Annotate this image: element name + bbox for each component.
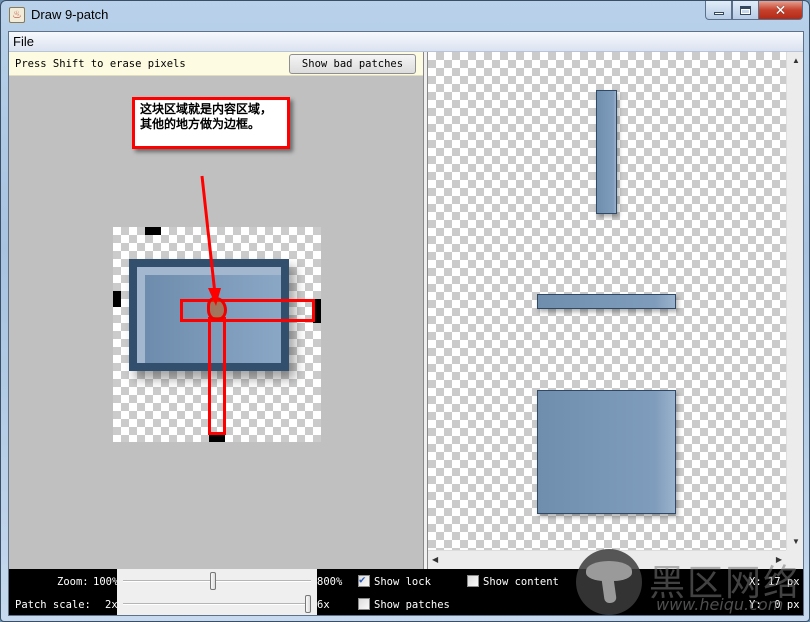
zoom-min-label: 100% bbox=[93, 576, 119, 588]
zoom-slider-track[interactable] bbox=[123, 580, 311, 582]
annotation-callout: 这块区域就是内容区域， 其他的地方做为边框。 bbox=[132, 97, 290, 149]
slider-panel bbox=[117, 569, 317, 615]
hint-bar: Press Shift to erase pixels Show bad pat… bbox=[9, 52, 423, 76]
minimize-button[interactable] bbox=[705, 1, 732, 20]
hint-text: Press Shift to erase pixels bbox=[15, 58, 186, 70]
maximize-button[interactable] bbox=[732, 1, 759, 20]
show-patches-checkbox[interactable] bbox=[358, 598, 370, 610]
zoom-label: Zoom: bbox=[57, 576, 89, 588]
horizontal-stretch-preview bbox=[537, 294, 676, 309]
scroll-up-icon[interactable]: ▲ bbox=[792, 56, 800, 65]
client-area: File Press Shift to erase pixels Show ba… bbox=[8, 31, 804, 616]
show-content-label[interactable]: Show content bbox=[483, 576, 559, 588]
patch-scale-label: Patch scale: bbox=[15, 599, 91, 611]
patch-scale-min-label: 2x bbox=[105, 599, 118, 611]
menu-bar: File bbox=[9, 32, 803, 52]
editor-pane[interactable]: Press Shift to erase pixels Show bad pat… bbox=[9, 52, 423, 569]
patch-scale-slider-track[interactable] bbox=[123, 603, 311, 605]
close-button[interactable]: ✕ bbox=[759, 1, 803, 20]
annotation-line-2: 其他的地方做为边框。 bbox=[140, 117, 261, 131]
both-stretch-preview bbox=[537, 390, 676, 514]
show-bad-patches-button[interactable]: Show bad patches bbox=[289, 54, 416, 74]
scroll-down-icon[interactable]: ▼ bbox=[792, 537, 800, 546]
annotation-arrow bbox=[200, 175, 221, 306]
annotation-line-1: 这块区域就是内容区域， bbox=[140, 102, 273, 116]
left-stretch-marker[interactable] bbox=[113, 291, 121, 307]
maximize-icon bbox=[740, 5, 751, 15]
watermark-text-en: www.heiqu.com bbox=[656, 595, 784, 614]
vertical-stretch-preview bbox=[596, 90, 617, 214]
top-stretch-marker[interactable] bbox=[145, 227, 161, 235]
app-window: ♨ Draw 9-patch ✕ File Press Shift to era… bbox=[0, 0, 810, 622]
show-content-checkbox[interactable] bbox=[467, 575, 479, 587]
java-cup-icon: ♨ bbox=[9, 7, 25, 23]
show-lock-label[interactable]: Show lock bbox=[374, 576, 431, 588]
preview-pane bbox=[428, 52, 786, 550]
window-title: Draw 9-patch bbox=[31, 7, 109, 22]
patch-scale-slider-thumb[interactable] bbox=[305, 595, 311, 613]
patch-scale-max-label: 6x bbox=[317, 599, 330, 611]
watermark-logo-icon bbox=[576, 549, 642, 615]
content-area-vertical-highlight bbox=[208, 317, 226, 435]
zoom-slider-thumb[interactable] bbox=[210, 572, 217, 590]
zoom-max-label: 800% bbox=[317, 576, 343, 588]
close-icon: ✕ bbox=[774, 1, 787, 18]
vertical-scrollbar[interactable]: ▲ ▼ bbox=[786, 52, 803, 550]
menu-file[interactable]: File bbox=[13, 34, 34, 49]
title-bar[interactable]: ♨ Draw 9-patch ✕ bbox=[1, 1, 809, 31]
bottom-content-marker[interactable] bbox=[209, 434, 225, 442]
scroll-left-icon[interactable]: ◀ bbox=[432, 555, 438, 564]
minimize-icon bbox=[713, 11, 724, 15]
show-patches-label[interactable]: Show patches bbox=[374, 599, 450, 611]
show-lock-checkbox[interactable] bbox=[358, 573, 370, 587]
